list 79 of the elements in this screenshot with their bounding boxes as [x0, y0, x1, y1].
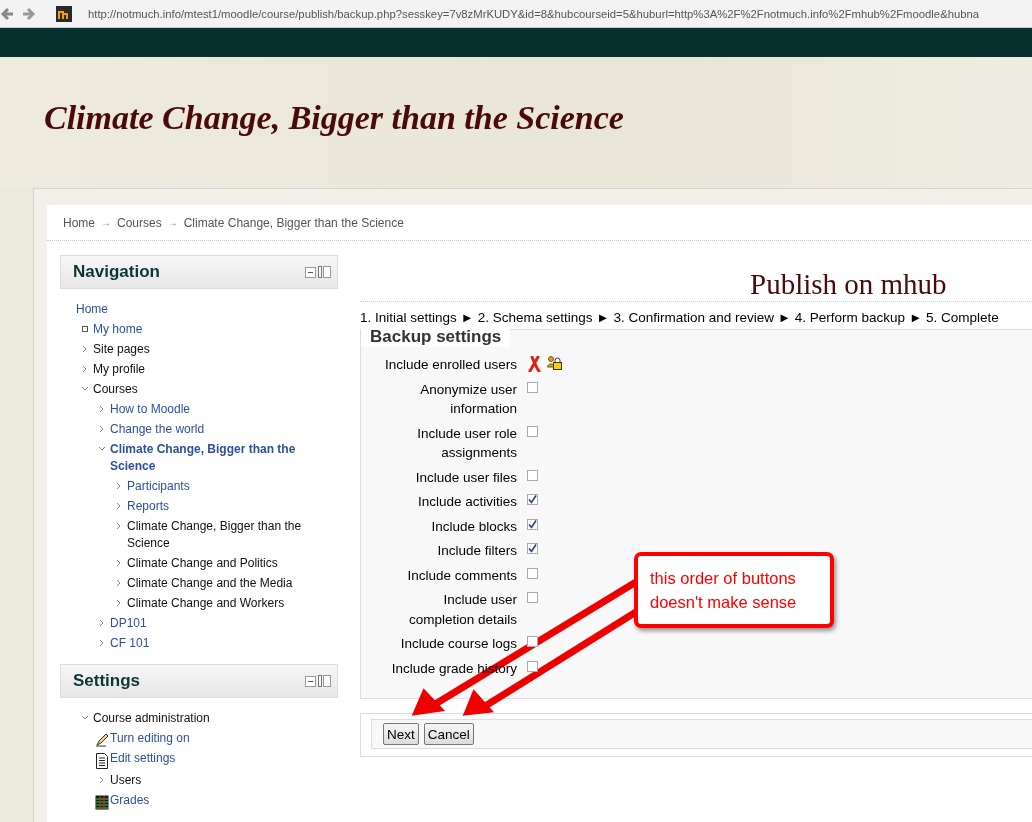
step-separator: ► [596, 310, 610, 325]
field-label: Include comments [406, 566, 517, 585]
forward-icon[interactable] [22, 6, 36, 21]
checkbox[interactable] [527, 636, 538, 647]
breadcrumb-separator: → [167, 217, 178, 228]
grid-icon [94, 795, 109, 810]
collapse-icon [305, 266, 316, 278]
check-icon [528, 544, 537, 553]
form-button[interactable]: Next [383, 723, 419, 745]
field-label: Anonymize user information [419, 380, 517, 418]
nav-link[interactable]: DP101 [110, 615, 147, 632]
check-icon [528, 519, 537, 529]
nav-link[interactable]: How to Moodle [110, 401, 191, 418]
nav-item[interactable]: My profile [93, 361, 145, 378]
checkbox[interactable] [527, 494, 538, 505]
nav-item[interactable]: Course administration [93, 710, 210, 727]
block-title: Settings [73, 671, 141, 691]
nav-link[interactable]: Grades [110, 792, 150, 809]
nav-link[interactable]: Climate Change, Bigger than the Science [110, 441, 338, 475]
step-label: 1. Initial settings [360, 310, 457, 325]
annotation-callout: this order of buttons doesn't make sense [634, 552, 834, 628]
checkbox[interactable] [527, 469, 538, 481]
back-icon[interactable] [0, 6, 14, 21]
check-icon [528, 495, 537, 504]
field-label: Include user completion details [407, 591, 517, 629]
nav-link[interactable]: Home [76, 301, 108, 318]
step-label: 3. Confirmation and review [613, 310, 774, 325]
dock-icon [318, 266, 331, 278]
nav-item[interactable]: Climate Change and Workers [127, 595, 285, 612]
step-separator: ► [460, 310, 474, 325]
nav-link[interactable]: CF 101 [110, 635, 150, 652]
breadcrumb-separator: → [101, 217, 111, 228]
checkbox[interactable] [527, 567, 538, 579]
page-heading: Publish on mhub [750, 267, 947, 301]
nav-link[interactable]: Participants [127, 478, 190, 495]
checkbox[interactable] [527, 381, 538, 393]
bullet-icon [79, 324, 90, 334]
step-label: 4. Perform backup [794, 310, 906, 325]
nav-item[interactable]: Climate Change and the Media [127, 575, 293, 592]
breadcrumb-link[interactable]: Home [63, 215, 95, 230]
checkbox[interactable] [527, 543, 538, 554]
checkbox[interactable] [527, 425, 538, 437]
site-title: Climate Change, Bigger than the Science [44, 99, 625, 137]
dock-icon [318, 675, 331, 687]
document-icon [94, 753, 109, 769]
breadcrumb-link[interactable]: Climate Change, Bigger than the Science [183, 215, 404, 230]
step-separator: ► [777, 310, 791, 325]
block-title: Navigation [73, 262, 160, 282]
step-label: 2. Schema settings [477, 310, 593, 325]
nav-item[interactable]: Climate Change and Politics [127, 555, 278, 572]
field-label: Include user files [414, 468, 517, 487]
pencil-icon [94, 733, 109, 747]
locked-user-icon [547, 356, 562, 370]
section-legend: Backup settings [361, 327, 511, 347]
nav-item[interactable]: Site pages [93, 341, 150, 358]
checkbox[interactable] [527, 592, 538, 603]
checkbox[interactable] [527, 660, 538, 672]
step-separator: ► [909, 310, 922, 325]
field-label: Include activities [416, 493, 517, 511]
nav-link[interactable]: Edit settings [110, 750, 176, 767]
nav-item[interactable]: Users [110, 772, 142, 789]
nav-link[interactable]: My home [93, 321, 143, 338]
step-label: 5. Complete [926, 310, 999, 325]
field-label: Include course logs [399, 635, 517, 653]
nav-link[interactable]: Reports [127, 498, 170, 515]
nav-item[interactable]: Courses [93, 381, 138, 398]
field-label: Include filters [436, 542, 517, 560]
nav-link[interactable]: Change the world [110, 421, 205, 438]
checkbox[interactable] [527, 518, 538, 530]
field-label: Include enrolled users [383, 356, 517, 374]
site-logo-icon [56, 5, 72, 22]
field-label: Include user role assignments [416, 424, 517, 462]
breadcrumb-link[interactable]: Courses [117, 215, 162, 230]
cross-icon [527, 356, 541, 372]
nav-item[interactable]: Climate Change, Bigger than the Science [127, 518, 338, 552]
collapse-icon [305, 675, 316, 687]
form-button[interactable]: Cancel [423, 723, 474, 745]
field-label: Include blocks [430, 517, 517, 536]
nav-link[interactable]: Turn editing on [110, 730, 190, 747]
